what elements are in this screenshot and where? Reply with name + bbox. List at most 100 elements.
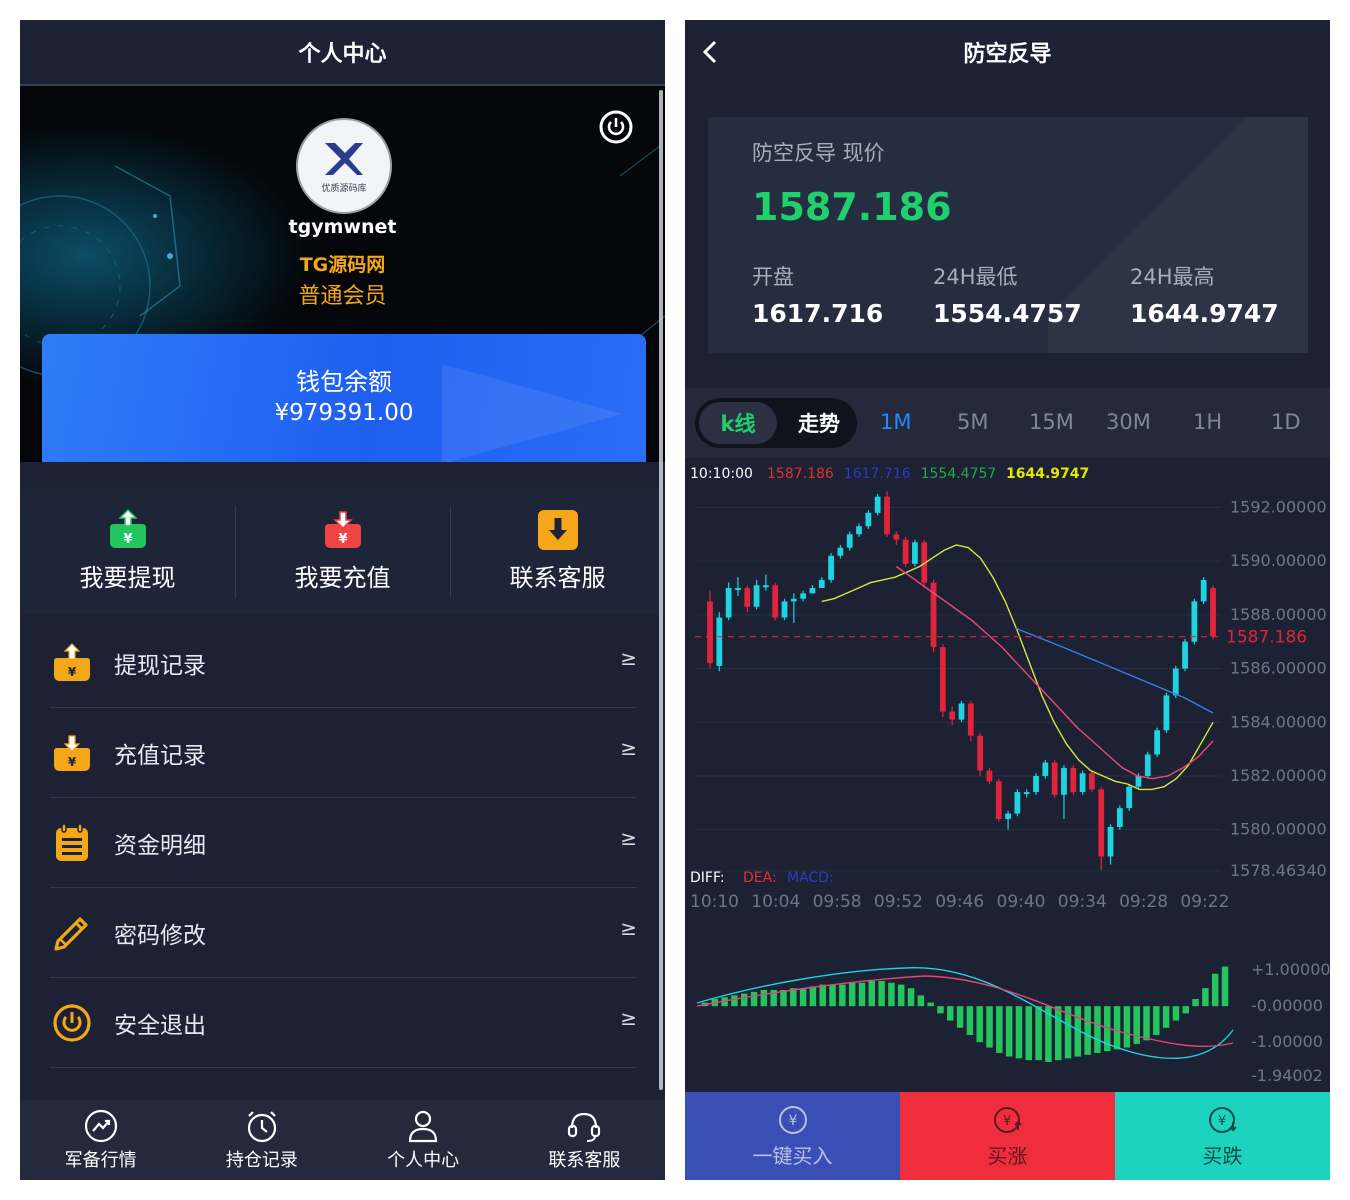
buy-up-label: 买涨 <box>987 1143 1028 1168</box>
avatar[interactable]: 优质源码库 <box>296 118 392 214</box>
info-value: 1644.9747 <box>1006 466 1089 482</box>
macd-bar <box>1123 1006 1131 1048</box>
macd-bar <box>1094 1006 1101 1053</box>
buy-now-button[interactable]: ¥ 一键买入 <box>685 1092 900 1180</box>
svg-text:¥: ¥ <box>1002 1114 1010 1129</box>
macd-bar <box>1192 998 1199 1007</box>
tab-15m[interactable]: 15M <box>1029 410 1074 434</box>
candle <box>1126 786 1133 809</box>
buy-now-label: 一键买入 <box>752 1143 833 1168</box>
buy-down-button[interactable]: ¥ 买跌 <box>1115 1092 1330 1180</box>
menu-label-logout: 安全退出 <box>114 1012 206 1039</box>
svg-text:¥: ¥ <box>338 532 347 547</box>
account-menu: ¥ 提现记录 ≥ ¥ 充值记录 ≥ 资金明细 ≥ 密码修改 ≥ 安全退出 ≥ <box>20 618 665 1068</box>
macd-bar <box>1172 1006 1180 1021</box>
candle <box>1089 773 1095 790</box>
tab-trend[interactable]: 走势 <box>785 402 853 444</box>
buy-up-button[interactable]: ¥ 买涨 <box>900 1092 1115 1180</box>
scrollbar[interactable] <box>659 90 663 1090</box>
tab-1d[interactable]: 1D <box>1271 410 1301 434</box>
macd-bar <box>947 1006 954 1021</box>
candle <box>939 647 946 712</box>
macd-bar <box>986 1006 993 1048</box>
withdraw-button[interactable]: ¥ 我要提现 <box>20 488 235 614</box>
candle <box>995 781 1002 819</box>
macd-label: DIFF: <box>690 870 725 886</box>
menu-item-logout[interactable]: 安全退出 ≥ <box>50 978 637 1068</box>
recharge-button[interactable]: ¥ 我要充值 <box>235 488 450 614</box>
y-tick-label: 1592.00000 <box>1230 497 1327 516</box>
power-icon[interactable] <box>599 110 633 144</box>
candle <box>725 587 732 618</box>
y-tick-label: 1588.00000 <box>1230 605 1327 624</box>
candle <box>874 496 881 513</box>
y-tick-label: 1584.00000 <box>1230 712 1327 731</box>
profile-screen: 个人中心 优质源码库 tgymwnet TG源码网 普通会员 钱包余额 ¥979… <box>20 20 665 1180</box>
candle <box>884 496 890 535</box>
macd-bar <box>1221 966 1229 1007</box>
candle <box>1098 789 1105 857</box>
tab-1h[interactable]: 1H <box>1193 410 1222 434</box>
candle <box>1182 641 1188 669</box>
chevron-right-icon: ≥ <box>620 646 637 670</box>
tab-30m[interactable]: 30M <box>1106 410 1151 434</box>
download-icon <box>537 510 578 550</box>
tab-1m[interactable]: 1M <box>880 410 911 434</box>
candle <box>716 617 723 666</box>
nav-item-positions[interactable]: 持仓记录 <box>181 1100 342 1180</box>
candle <box>912 542 918 564</box>
candle <box>865 512 872 527</box>
back-arrow-icon[interactable] <box>699 38 723 66</box>
candle <box>790 598 797 602</box>
support-button[interactable]: 联系客服 <box>450 488 665 614</box>
macd-bar <box>897 984 905 1007</box>
svg-text:¥: ¥ <box>68 665 77 679</box>
menu-item-recharge-record[interactable]: ¥ 充值记录 ≥ <box>50 708 637 798</box>
candle <box>1172 668 1179 696</box>
chevron-right-icon: ≥ <box>620 736 637 760</box>
candle <box>958 703 965 720</box>
bottom-nav: 军备行情 持仓记录 个人中心 联系客服 <box>20 1100 665 1180</box>
x-tick-label: 09:46 <box>935 892 984 912</box>
menu-item-withdraw-record[interactable]: ¥ 提现记录 ≥ <box>50 618 637 708</box>
candle <box>967 703 974 736</box>
macd-bar <box>907 988 915 1007</box>
open-label: 开盘 <box>752 265 794 289</box>
user-brand: TG源码网 <box>299 254 386 276</box>
withdraw-label: 我要提现 <box>79 564 176 592</box>
nav-item-support[interactable]: 联系客服 <box>504 1100 665 1180</box>
candle <box>800 593 807 599</box>
macd-bar <box>741 993 748 1007</box>
candle <box>1135 775 1142 787</box>
macd-bar <box>829 984 836 1007</box>
kline-chart[interactable]: 10:10:00 1587.186 1617.716 1554.4757 1644.97… <box>685 458 1330 1090</box>
macd-tick-label: -0.00000 <box>1251 996 1323 1015</box>
macd-bar <box>731 995 738 1007</box>
candle <box>1191 601 1198 642</box>
tab-5m[interactable]: 5M <box>957 410 988 434</box>
candle <box>893 534 900 540</box>
profile-hero: 优质源码库 tgymwnet TG源码网 普通会员 钱包余额 ¥979391.0… <box>20 86 665 462</box>
candle <box>949 711 956 720</box>
headset-icon <box>568 1112 601 1142</box>
info-time: 10:10:00 <box>690 466 753 482</box>
x-tick-label: 09:58 <box>813 892 862 912</box>
menu-item-fund-detail[interactable]: 资金明细 ≥ <box>50 798 637 888</box>
menu-item-change-password[interactable]: 密码修改 ≥ <box>50 888 637 978</box>
nav-item-profile[interactable]: 个人中心 <box>343 1100 504 1180</box>
candle <box>1061 767 1067 795</box>
menu-label-recharge-record: 充值记录 <box>114 742 206 769</box>
nav-label-positions: 持仓记录 <box>225 1150 298 1171</box>
wallet-card: 钱包余额 ¥979391.00 <box>42 334 646 462</box>
pencil-icon <box>50 911 94 955</box>
svg-text:¥: ¥ <box>788 1113 797 1129</box>
x-tick-label: 10:10 <box>690 892 739 912</box>
page-title: 个人中心 <box>298 42 387 67</box>
macd-bar <box>1005 1006 1013 1057</box>
nav-item-market[interactable]: 军备行情 <box>20 1100 181 1180</box>
menu-label-fund-detail: 资金明细 <box>114 832 206 859</box>
tab-kline[interactable]: k线 <box>699 402 777 444</box>
candle <box>818 579 825 588</box>
macd-bar <box>917 995 925 1007</box>
high-value: 1644.9747 <box>1130 299 1279 328</box>
